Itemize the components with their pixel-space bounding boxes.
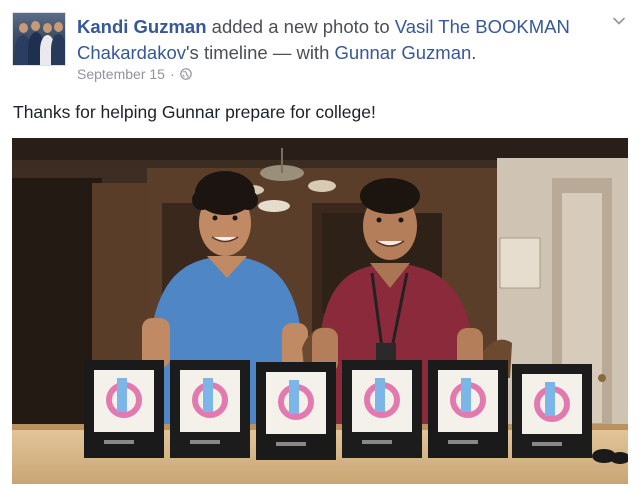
post-meta: September 15 · — [77, 66, 192, 82]
post-status-text: Thanks for helping Gunnar prepare for co… — [13, 102, 376, 122]
chevron-down-icon[interactable] — [612, 14, 626, 28]
headline-period: . — [471, 42, 477, 63]
action-text: added a new photo to — [206, 16, 395, 37]
author-name-link[interactable]: Kandi Guzman — [77, 16, 207, 37]
globe-icon[interactable] — [179, 68, 192, 80]
post-date-link[interactable]: September 15 — [77, 66, 165, 82]
photo-illustration — [12, 138, 628, 484]
post-photo[interactable] — [12, 138, 628, 484]
possessive-text: 's timeline — with — [186, 42, 335, 63]
post-headline: Kandi Guzman added a new photo to Vasil … — [77, 14, 597, 66]
tagged-person-link[interactable]: Gunnar Guzman — [335, 42, 472, 63]
meta-separator: · — [169, 66, 175, 82]
profile-avatar[interactable] — [12, 12, 66, 66]
